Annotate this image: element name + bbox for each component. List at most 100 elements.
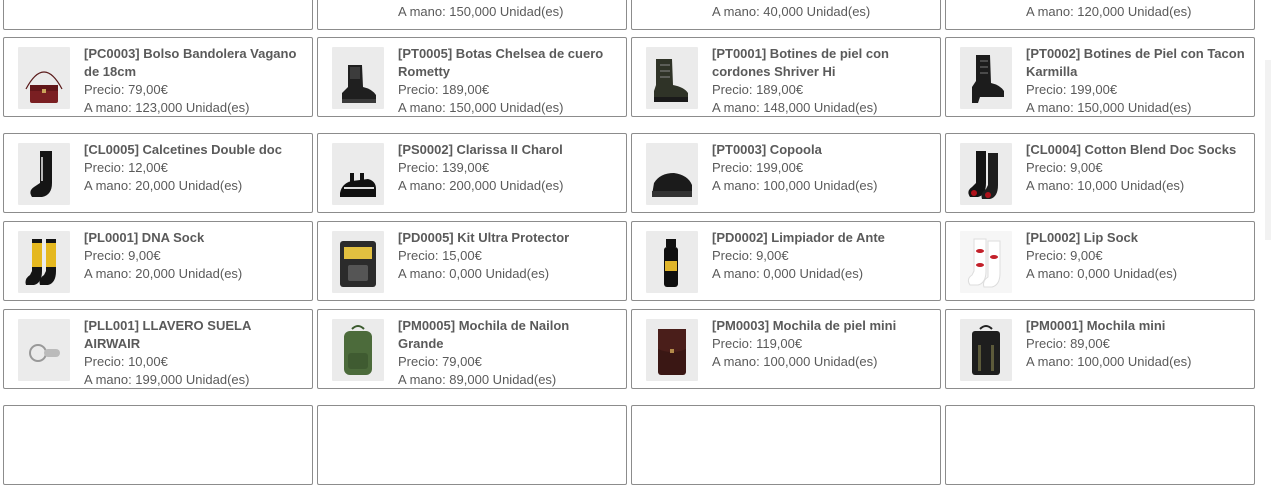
product-image [18, 231, 70, 293]
product-name: [PT0001] Botines de piel con cordones Sh… [712, 46, 889, 79]
product-stock: A mano: 148,000 Unidad(es) [712, 100, 878, 115]
heeled-boot-icon [972, 55, 1004, 103]
product-card[interactable]: [PT0003] Copoola Precio: 199,00€ A mano:… [631, 133, 941, 213]
product-price: Precio: 119,00€ [712, 336, 803, 351]
product-card[interactable]: [PC0003] Bolso Bandolera Vagano de 18cm … [3, 37, 313, 117]
product-stock: A mano: 200,000 Unidad(es) [398, 178, 564, 193]
product-price: Precio: 89,00€ [1026, 336, 1110, 351]
product-stock: A mano: 150,000 Unidad(es) [1026, 100, 1192, 115]
product-stock: A mano: 100,000 Unidad(es) [712, 178, 878, 193]
product-image [18, 319, 70, 381]
product-card[interactable]: [PD0002] Limpiador de Ante Precio: 9,00€… [631, 221, 941, 301]
product-image [960, 0, 1012, 4]
product-name: [PL0001] DNA Sock [84, 230, 205, 245]
product-price: Precio: 199,00€ [1026, 82, 1118, 97]
red-trim-sock-icon [968, 151, 998, 199]
product-name: [PT0002] Botines de Piel con Tacon Karmi… [1026, 46, 1245, 79]
product-image [18, 47, 70, 109]
product-stock: A mano: 20,000 Unidad(es) [84, 178, 243, 193]
product-image [960, 143, 1012, 205]
product-image [332, 231, 384, 293]
product-card[interactable]: [PS0002] Clarissa II Charol Precio: 139,… [317, 133, 627, 213]
product-card[interactable]: [PM0005] Mochila de Nailon Grande Precio… [317, 309, 627, 389]
product-card[interactable]: [PT0001] Botines de piel con cordones Sh… [631, 37, 941, 117]
product-stock: A mano: 20,000 Unidad(es) [84, 266, 243, 281]
platform-shoe-icon [652, 173, 692, 197]
product-price: Precio: 15,00€ [398, 248, 482, 263]
product-image [646, 143, 698, 205]
product-name: [CL0005] Calcetines Double doc [84, 142, 282, 157]
product-stock: A mano: 89,000 Unidad(es) [398, 372, 557, 387]
product-image [960, 319, 1012, 381]
product-name: [PL0002] Lip Sock [1026, 230, 1138, 245]
product-name: [CL0004] Cotton Blend Doc Socks [1026, 142, 1237, 157]
product-card[interactable]: [PT0005] Botas Chelsea de cuero Rometty … [317, 37, 627, 117]
product-price: Precio: 79,00€ [84, 82, 168, 97]
product-card[interactable]: [PD0005] Kit Ultra Protector Precio: 15,… [317, 221, 627, 301]
product-image [332, 0, 384, 4]
product-name: [PLL001] LLAVERO SUELA AIRWAIR [84, 318, 251, 351]
product-card[interactable]: [PM0001] Mochila mini Precio: 89,00€ A m… [945, 309, 1255, 389]
product-image [646, 0, 698, 4]
yellow-sock-icon [25, 239, 56, 285]
product-stock: A mano: 100,000 Unidad(es) [1026, 354, 1192, 369]
product-image [18, 143, 70, 205]
product-name: [PT0003] Copoola [712, 142, 822, 157]
product-image [332, 143, 384, 205]
product-name: [PD0002] Limpiador de Ante [712, 230, 885, 245]
chelsea-boot-icon [342, 65, 376, 103]
product-stock: A mano: 199,000 Unidad(es) [84, 372, 250, 387]
product-image [646, 231, 698, 293]
product-name: [PC0003] Bolso Bandolera Vagano de 18cm [84, 46, 297, 79]
product-card[interactable]: [PLL001] LLAVERO SUELA AIRWAIR Precio: 1… [3, 309, 313, 389]
product-stock: A mano: 123,000 Unidad(es) [84, 100, 250, 115]
leather-backpack-icon [658, 329, 686, 375]
product-card[interactable]: [PT0002] Botines de Piel con Tacon Karmi… [945, 37, 1255, 117]
mini-backpack-icon [972, 325, 1000, 375]
product-card[interactable] [3, 0, 313, 30]
product-price: Precio: 10,00€ [84, 354, 168, 369]
crossbody-bag-icon [25, 71, 63, 103]
product-card[interactable] [3, 405, 313, 485]
product-price: Precio: 9,00€ [84, 248, 161, 263]
product-card[interactable]: A mano: 120,000 Unidad(es) [945, 0, 1255, 30]
scrollbar[interactable] [1265, 60, 1271, 240]
product-stock: A mano: 10,000 Unidad(es) [1026, 178, 1185, 193]
product-card[interactable]: [PM0003] Mochila de piel mini Precio: 11… [631, 309, 941, 389]
product-card[interactable]: [CL0005] Calcetines Double doc Precio: 1… [3, 133, 313, 213]
product-name: [PM0001] Mochila mini [1026, 318, 1166, 333]
lace-boot-icon [654, 59, 688, 102]
product-card[interactable]: [PL0001] DNA Sock Precio: 9,00€ A mano: … [3, 221, 313, 301]
product-price: Precio: 189,00€ [712, 82, 804, 97]
sandal-icon [340, 173, 376, 197]
product-name: [PS0002] Clarissa II Charol [398, 142, 563, 157]
product-card[interactable]: A mano: 40,000 Unidad(es) [631, 0, 941, 30]
product-card[interactable] [317, 405, 627, 485]
product-stock: A mano: 120,000 Unidad(es) [1026, 4, 1192, 19]
product-card[interactable]: [PL0002] Lip Sock Precio: 9,00€ A mano: … [945, 221, 1255, 301]
green-backpack-icon [344, 325, 372, 375]
product-stock: A mano: 40,000 Unidad(es) [712, 4, 871, 19]
black-sock-icon [30, 151, 52, 197]
product-stock: A mano: 0,000 Unidad(es) [398, 266, 550, 281]
product-price: Precio: 79,00€ [398, 354, 482, 369]
product-image [332, 319, 384, 381]
product-image [646, 47, 698, 109]
product-stock: A mano: 150,000 Unidad(es) [398, 100, 564, 115]
product-price: Precio: 9,00€ [1026, 160, 1103, 175]
product-card[interactable]: A mano: 150,000 Unidad(es) [317, 0, 627, 30]
product-stock: A mano: 150,000 Unidad(es) [398, 4, 564, 19]
product-price: Precio: 9,00€ [1026, 248, 1103, 263]
product-stock: A mano: 0,000 Unidad(es) [1026, 266, 1178, 281]
product-card[interactable] [631, 405, 941, 485]
product-card[interactable]: [CL0004] Cotton Blend Doc Socks Precio: … [945, 133, 1255, 213]
product-image [960, 231, 1012, 293]
product-image [332, 47, 384, 109]
product-card[interactable] [945, 405, 1255, 485]
product-image [646, 319, 698, 381]
product-image [18, 0, 70, 4]
boot-icon [646, 0, 698, 4]
product-price: Precio: 199,00€ [712, 160, 804, 175]
bag-icon [18, 0, 70, 4]
product-kanban-grid: A mano: 150,000 Unidad(es) A mano: 40,00… [0, 0, 1271, 485]
